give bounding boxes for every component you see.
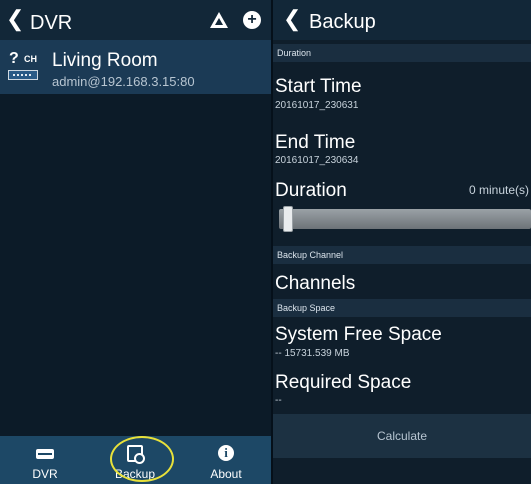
info-icon: i (218, 445, 234, 461)
backup-pane: ❮ Backup Duration Start Time 20161017_23… (273, 0, 531, 484)
dvr-pane: ❮ DVR + ? CH Living Room admin@192.168.3… (0, 0, 273, 484)
required-space-value: -- (275, 395, 282, 406)
duration-slider-thumb[interactable] (283, 206, 293, 232)
system-free-space-value: -- 15731.539 MB (275, 348, 350, 359)
end-time-value: 20161017_230634 (275, 155, 359, 166)
start-time-label[interactable]: Start Time (275, 76, 362, 98)
backup-title: Backup (309, 11, 376, 33)
device-channel-badge: CH (24, 54, 37, 64)
back-arrow-icon[interactable]: ❮ (283, 6, 301, 32)
section-header-backup-space: Backup Space (273, 299, 531, 317)
channels-row[interactable]: Channels (275, 273, 355, 295)
section-header-duration: Duration (273, 44, 531, 62)
back-arrow-icon[interactable]: ❮ (6, 6, 24, 32)
system-free-space-label: System Free Space (275, 324, 442, 345)
end-time-label[interactable]: End Time (275, 132, 355, 154)
nav-tab-label: DVR (32, 467, 58, 481)
required-space-label: Required Space (275, 372, 412, 393)
dvr-device-icon (8, 70, 38, 80)
cloud-drive-icon[interactable] (210, 12, 228, 28)
device-name: Living Room (52, 50, 158, 71)
calculate-button[interactable]: Calculate (273, 414, 531, 458)
device-address: admin@192.168.3.15:80 (52, 74, 195, 89)
dvr-title: DVR (30, 12, 73, 34)
device-list-item[interactable]: ? CH Living Room admin@192.168.3.15:80 (0, 40, 271, 94)
nav-tab-label: About (210, 467, 242, 481)
nav-tab-dvr[interactable]: DVR (0, 436, 90, 484)
duration-value: 0 minute(s) (468, 183, 529, 197)
dvr-top-bar: ❮ DVR + (0, 0, 271, 40)
start-time-value: 20161017_230631 (275, 100, 359, 111)
device-status-icon: ? (9, 50, 19, 67)
nav-tab-about[interactable]: i About (181, 436, 271, 484)
backup-top-bar: ❮ Backup (273, 0, 531, 40)
duration-slider[interactable] (279, 209, 531, 229)
add-device-icon[interactable]: + (243, 11, 261, 29)
section-header-backup-channel: Backup Channel (273, 246, 531, 264)
dvr-icon (36, 449, 54, 459)
duration-label: Duration (275, 180, 347, 201)
highlight-circle (110, 436, 174, 482)
